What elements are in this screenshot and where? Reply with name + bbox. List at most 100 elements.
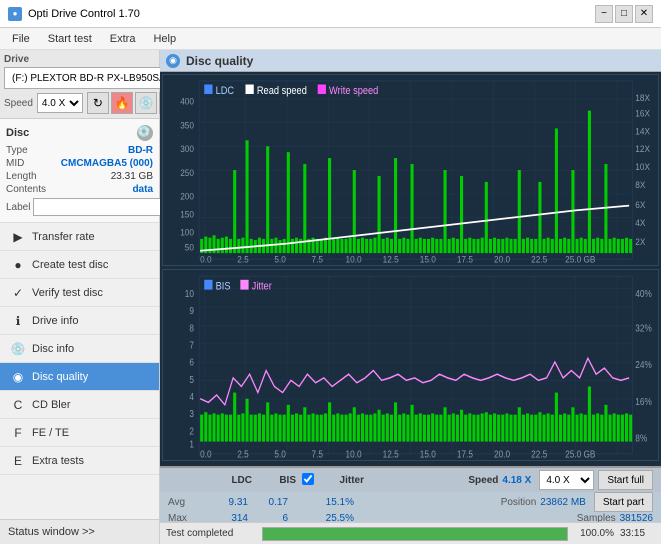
read-button[interactable]: 💿 (135, 92, 157, 114)
svg-text:100: 100 (180, 227, 194, 238)
svg-text:7.5: 7.5 (312, 254, 323, 265)
svg-text:6: 6 (189, 357, 194, 368)
svg-text:2.5: 2.5 (237, 254, 248, 265)
svg-text:10.0: 10.0 (346, 254, 362, 265)
bis-chart: BIS Jitter 10 9 8 7 6 5 4 3 2 1 40% (162, 269, 659, 461)
menu-extra[interactable]: Extra (102, 31, 144, 47)
svg-text:200: 200 (180, 191, 194, 202)
speed-select-stats[interactable]: 4.0 X (539, 470, 594, 490)
disc-quality-header: ◉ Disc quality (160, 50, 661, 72)
drive-select-row: (F:) PLEXTOR BD-R PX-LB950SA 1.06 ⏏ (4, 67, 155, 89)
status-text: Test completed (166, 528, 256, 539)
svg-text:18X: 18X (635, 93, 650, 104)
svg-text:25.0 GB: 25.0 GB (565, 449, 595, 460)
menu-help[interactable]: Help (145, 31, 184, 47)
svg-text:5: 5 (189, 374, 194, 385)
menu-starttest[interactable]: Start test (40, 31, 100, 47)
jitter-checkbox[interactable] (302, 473, 314, 485)
nav-create-test-disc[interactable]: ● Create test disc (0, 251, 159, 279)
jitter-header: Jitter (318, 475, 370, 486)
svg-text:22.5: 22.5 (531, 449, 547, 460)
titlebar-controls: − □ ✕ (595, 5, 653, 23)
svg-text:3: 3 (189, 408, 194, 419)
svg-text:16X: 16X (635, 108, 650, 119)
disc-info-icon: 💿 (10, 341, 26, 357)
svg-text:Write speed: Write speed (329, 85, 378, 97)
drive-section: Drive (F:) PLEXTOR BD-R PX-LB950SA 1.06 … (0, 50, 159, 119)
svg-text:40%: 40% (635, 288, 651, 299)
nav-drive-info[interactable]: ℹ Drive info (0, 307, 159, 335)
nav-transfer-rate[interactable]: ▶ Transfer rate (0, 223, 159, 251)
status-window[interactable]: Status window >> (0, 519, 159, 544)
svg-text:7: 7 (189, 340, 194, 351)
ldc-chart: LDC Read speed Write speed 400 350 300 2… (162, 74, 659, 266)
svg-text:12.5: 12.5 (383, 254, 399, 265)
svg-text:400: 400 (180, 96, 194, 107)
checkbox-col-header (302, 473, 318, 488)
svg-text:Jitter: Jitter (252, 281, 273, 293)
disc-section-title: Disc (6, 127, 29, 139)
nav: ▶ Transfer rate ● Create test disc ✓ Ver… (0, 223, 159, 519)
disc-length-row: Length 23.31 GB (6, 171, 153, 182)
speed-label: Speed (4, 98, 33, 109)
svg-text:24%: 24% (635, 359, 651, 370)
svg-text:17.5: 17.5 (457, 449, 473, 460)
maximize-button[interactable]: □ (615, 5, 633, 23)
disc-icon[interactable]: 💿 (137, 125, 153, 141)
transfer-rate-icon: ▶ (10, 229, 26, 245)
svg-text:5.0: 5.0 (274, 254, 285, 265)
ldc-header: LDC (206, 475, 258, 486)
drive-info-icon: ℹ (10, 313, 26, 329)
svg-text:20.0: 20.0 (494, 254, 510, 265)
burn-button[interactable]: 🔥 (111, 92, 133, 114)
svg-text:8X: 8X (635, 179, 645, 190)
svg-text:10X: 10X (635, 161, 650, 172)
nav-disc-info[interactable]: 💿 Disc info (0, 335, 159, 363)
nav-fe-te[interactable]: F FE / TE (0, 419, 159, 447)
disc-quality-title: Disc quality (186, 54, 253, 68)
nav-cd-bler[interactable]: C CD Bler (0, 391, 159, 419)
disc-quality-section-icon: ◉ (166, 54, 180, 68)
svg-text:10.0: 10.0 (346, 449, 362, 460)
close-button[interactable]: ✕ (635, 5, 653, 23)
nav-extra-tests[interactable]: E Extra tests (0, 447, 159, 475)
speed-dropdown[interactable]: 4.0 X (37, 93, 83, 113)
svg-text:150: 150 (180, 209, 194, 220)
svg-text:7.5: 7.5 (312, 449, 323, 460)
speed-header-label: Speed (468, 475, 498, 486)
svg-text:1: 1 (189, 439, 194, 450)
disc-section: Disc 💿 Type BD-R MID CMCMAGBA5 (000) Len… (0, 119, 159, 223)
start-part-button[interactable]: Start part (594, 492, 653, 512)
svg-text:22.5: 22.5 (531, 254, 547, 265)
disc-mid-row: MID CMCMAGBA5 (000) (6, 158, 153, 169)
svg-text:8%: 8% (635, 433, 647, 444)
svg-text:2: 2 (189, 426, 194, 437)
titlebar-left: ● Opti Drive Control 1.70 (8, 7, 140, 21)
ldc-chart-svg: LDC Read speed Write speed 400 350 300 2… (163, 75, 658, 265)
disc-quality-icon: ◉ (10, 369, 26, 385)
start-full-button[interactable]: Start full (598, 470, 653, 490)
refresh-button[interactable]: ↻ (87, 92, 109, 114)
titlebar-title: Opti Drive Control 1.70 (28, 8, 140, 20)
menu-file[interactable]: File (4, 31, 38, 47)
svg-text:50: 50 (185, 242, 194, 253)
svg-text:BIS: BIS (216, 281, 231, 293)
svg-text:2X: 2X (635, 236, 645, 247)
disc-contents-row: Contents data (6, 184, 153, 195)
main-layout: Drive (F:) PLEXTOR BD-R PX-LB950SA 1.06 … (0, 50, 661, 544)
svg-text:8: 8 (189, 323, 194, 334)
svg-text:12.5: 12.5 (383, 449, 399, 460)
svg-text:32%: 32% (635, 323, 651, 334)
disc-label-input[interactable] (33, 198, 173, 216)
sidebar: Drive (F:) PLEXTOR BD-R PX-LB950SA 1.06 … (0, 50, 160, 544)
nav-disc-quality[interactable]: ◉ Disc quality (0, 363, 159, 391)
minimize-button[interactable]: − (595, 5, 613, 23)
app-icon: ● (8, 7, 22, 21)
fe-te-icon: F (10, 425, 26, 441)
svg-text:12X: 12X (635, 144, 650, 155)
svg-text:LDC: LDC (216, 85, 235, 97)
menubar: File Start test Extra Help (0, 28, 661, 50)
svg-text:350: 350 (180, 120, 194, 131)
svg-text:300: 300 (180, 144, 194, 155)
nav-verify-test-disc[interactable]: ✓ Verify test disc (0, 279, 159, 307)
